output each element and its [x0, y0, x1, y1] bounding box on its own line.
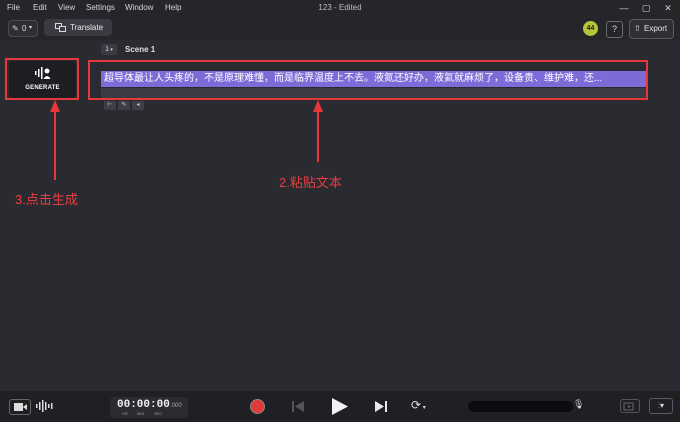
- loop-icon[interactable]: ⟳ ▾: [411, 398, 435, 414]
- skip-forward-icon[interactable]: [374, 400, 388, 413]
- time-ms: .000: [170, 403, 182, 409]
- time-value: 00:00:00: [117, 399, 170, 411]
- annotation-paste-text: 2.粘贴文本: [279, 175, 342, 190]
- microphone-icon[interactable]: 🎙: [573, 399, 587, 413]
- play-icon[interactable]: [330, 397, 349, 416]
- waveform-icon[interactable]: [34, 399, 56, 413]
- video-toggle-icon[interactable]: [9, 399, 31, 415]
- preview-window-icon[interactable]: [620, 399, 640, 413]
- annotation-arrows: [50, 100, 323, 180]
- time-unit-min: MIN: [137, 411, 145, 416]
- time-display: 00:00:00 .000 HR MIN SEC: [110, 397, 188, 418]
- record-button[interactable]: [250, 399, 265, 414]
- mixer-settings-icon[interactable]: ⫶▾: [649, 398, 673, 414]
- annotation-click-generate: 3.点击生成: [15, 192, 78, 207]
- time-unit-sec: SEC: [154, 411, 163, 416]
- playback-bar: 00:00:00 .000 HR MIN SEC ⟳ ▾ 🎙 ⫶▾: [0, 391, 680, 422]
- time-unit-hr: HR: [122, 411, 128, 416]
- volume-slider[interactable]: [468, 401, 573, 412]
- skip-back-icon[interactable]: [291, 400, 305, 413]
